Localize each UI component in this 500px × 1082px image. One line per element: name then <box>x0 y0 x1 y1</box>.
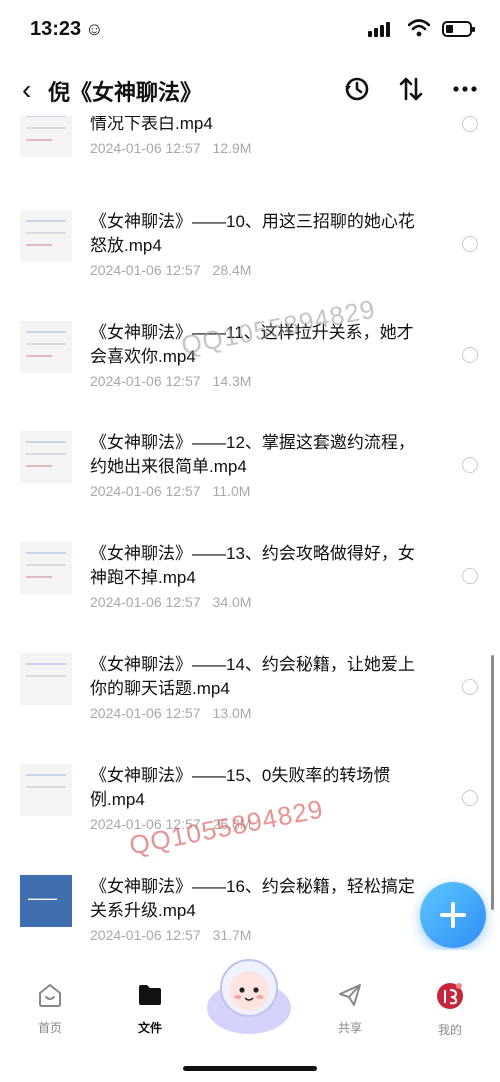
sort-icon[interactable] <box>398 76 424 102</box>
file-row[interactable]: 情况下表白.mp4 2024-01-06 12:57 12.9M <box>0 116 500 215</box>
file-meta: 2024-01-06 12:57 11.0M <box>90 483 251 499</box>
more-icon[interactable] <box>452 76 478 102</box>
select-radio[interactable] <box>462 790 478 806</box>
tab-profile[interactable]: 我的 <box>410 982 490 1038</box>
tab-share[interactable]: 共享 <box>310 982 390 1036</box>
bottom-tab-bar: 首页 文件 共享 我的 <box>0 950 500 1082</box>
file-meta: 2024-01-06 12:57 12.9M <box>90 140 252 156</box>
tab-label: 我的 <box>437 1023 462 1037</box>
video-thumbnail <box>20 764 72 816</box>
battery-icon <box>442 21 475 37</box>
video-thumbnail <box>20 321 72 373</box>
file-row[interactable]: 《女神聊法》——13、约会攻略做得好，女神跑不掉.mp4 2024-01-06 … <box>0 542 500 652</box>
home-icon <box>39 984 61 1007</box>
video-thumbnail <box>20 210 72 262</box>
avatar-icon <box>437 983 463 1009</box>
select-radio[interactable] <box>462 568 478 584</box>
select-radio[interactable] <box>462 116 478 132</box>
video-thumbnail: ━━━━━━ <box>20 875 72 927</box>
mascot-icon[interactable] <box>204 954 294 1034</box>
file-name: 《女神聊法》——14、约会秘籍，让她爱上你的聊天话题.mp4 <box>90 655 415 698</box>
file-meta: 2024-01-06 12:57 31.7M <box>90 927 252 943</box>
file-name: 《女神聊法》——12、掌握这套邀约流程，约她出来很简单.mp4 <box>90 433 415 476</box>
video-thumbnail <box>20 431 72 483</box>
page-title: 倪《女神聊法》 <box>48 80 203 105</box>
file-meta: 2024-01-06 12:57 28.4M <box>90 262 252 278</box>
nav-bar: ‹ 倪《女神聊法》 <box>0 64 500 116</box>
video-thumbnail <box>20 542 72 594</box>
tab-label: 文件 <box>137 1021 162 1035</box>
file-name: 《女神聊法》——13、约会攻略做得好，女神跑不掉.mp4 <box>90 544 415 587</box>
tab-label: 首页 <box>37 1021 62 1035</box>
share-icon <box>339 984 361 1006</box>
file-name: 《女神聊法》——15、0失败率的转场惯例.mp4 <box>90 766 391 809</box>
select-radio[interactable] <box>462 236 478 252</box>
wifi-icon <box>408 19 430 37</box>
tab-home[interactable]: 首页 <box>10 982 90 1036</box>
select-radio[interactable] <box>462 457 478 473</box>
file-row[interactable]: 《女神聊法》——14、约会秘籍，让她爱上你的聊天话题.mp4 2024-01-0… <box>0 653 500 763</box>
video-thumbnail <box>20 653 72 705</box>
history-icon[interactable] <box>344 76 370 102</box>
file-name: 《女神聊法》——10、用这三招聊的她心花怒放.mp4 <box>90 212 415 255</box>
status-bar: 13:23 ☺ <box>0 0 500 64</box>
tab-label: 共享 <box>337 1021 362 1035</box>
file-meta: 2024-01-06 12:57 13.0M <box>90 705 252 721</box>
cellular-signal-icon <box>368 22 390 37</box>
file-name: 《女神聊法》——16、约会秘籍，轻松搞定关系升级.mp4 <box>90 877 415 920</box>
folder-icon <box>139 985 161 1005</box>
file-name: 情况下表白.mp4 <box>90 116 213 133</box>
scrollbar[interactable] <box>491 655 494 910</box>
file-row[interactable]: 《女神聊法》——10、用这三招聊的她心花怒放.mp4 2024-01-06 12… <box>0 210 500 320</box>
add-button[interactable] <box>420 882 486 948</box>
file-meta: 2024-01-06 12:57 34.0M <box>90 594 252 610</box>
tab-files[interactable]: 文件 <box>110 982 190 1036</box>
select-radio[interactable] <box>462 679 478 695</box>
video-thumbnail <box>20 116 72 157</box>
back-chevron-icon[interactable]: ‹ <box>22 76 31 104</box>
file-meta: 2024-01-06 12:57 14.3M <box>90 373 252 389</box>
select-radio[interactable] <box>462 347 478 363</box>
file-row[interactable]: 《女神聊法》——12、掌握这套邀约流程，约她出来很简单.mp4 2024-01-… <box>0 431 500 541</box>
home-indicator <box>183 1066 317 1071</box>
status-time: 13:23 ☺ <box>30 18 104 40</box>
